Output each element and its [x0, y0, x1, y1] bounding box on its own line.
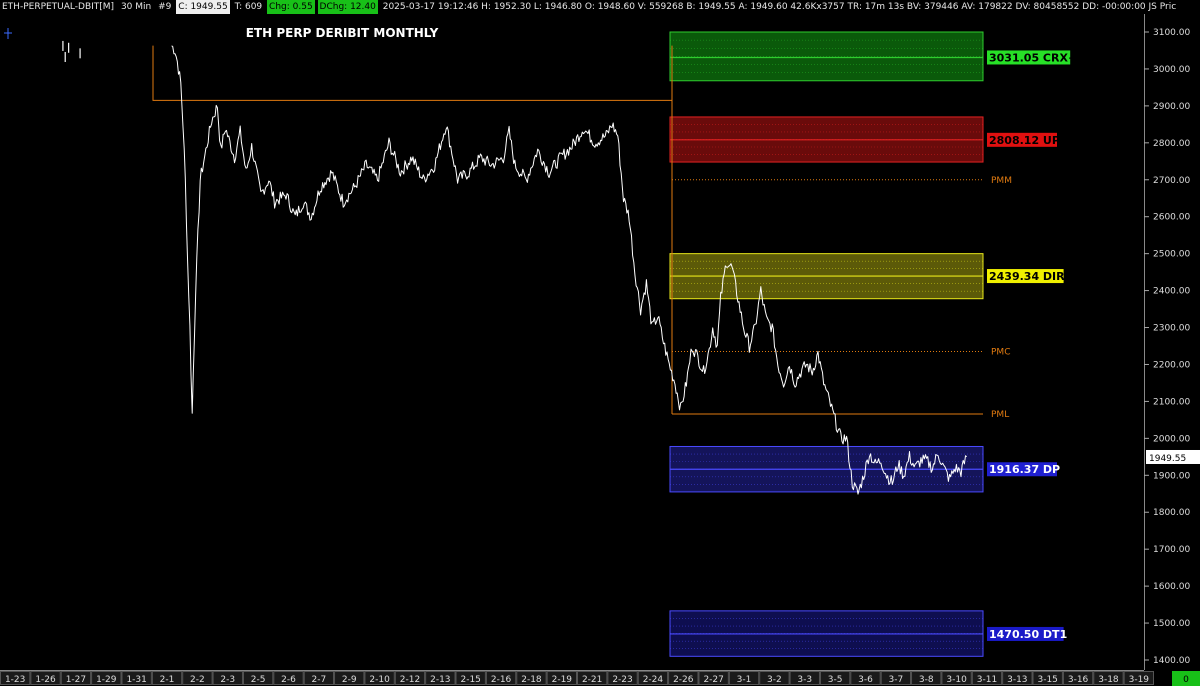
- level-zone-up: [669, 116, 984, 163]
- level-label-up: 2808.12 UP: [987, 132, 1060, 147]
- level-label-dp: 1916.37 DP: [987, 462, 1060, 477]
- prev-month-high-line: [152, 45, 672, 101]
- y-tick-label: 3000.00: [1153, 65, 1190, 75]
- x-tick-label: 2-19: [552, 675, 573, 685]
- chart-title: ETH PERP DERIBIT MONTHLY: [246, 26, 439, 40]
- x-tick-label: 3-3: [797, 675, 812, 685]
- x-tick-label: 1-26: [35, 675, 56, 685]
- x-tick-label: 2-6: [281, 675, 296, 685]
- x-tick-label: 2-21: [582, 675, 602, 685]
- x-tick-label: 2-7: [312, 675, 327, 685]
- y-tick-label: 1500.00: [1153, 619, 1190, 629]
- level-zone-dt1: [669, 610, 984, 657]
- y-tick-label: 2100.00: [1153, 397, 1190, 407]
- x-tick-label: 2-26: [673, 675, 694, 685]
- x-tick-label: 3-5: [828, 675, 843, 685]
- last-price-label: 1949.55: [1149, 454, 1186, 464]
- corner-value: 0: [1183, 675, 1189, 685]
- x-tick-label: 3-1: [737, 675, 752, 685]
- y-tick-label: 2600.00: [1153, 213, 1190, 223]
- y-tick-label: 2200.00: [1153, 360, 1190, 370]
- level-label-dt1: 1470.50 DT1: [987, 626, 1067, 641]
- y-tick-label: 2900.00: [1153, 102, 1190, 112]
- x-tick-label: 3-11: [977, 675, 997, 685]
- x-tick-label: 3-13: [1007, 675, 1027, 685]
- x-tick-label: 3-15: [1037, 675, 1057, 685]
- x-tick-label: 2-3: [220, 675, 235, 685]
- x-tick-label: 3-10: [946, 675, 967, 685]
- x-tick-label: 2-15: [460, 675, 480, 685]
- x-tick-label: 3-8: [919, 675, 934, 685]
- level-label-text: 1916.37 DP: [989, 463, 1060, 476]
- x-tick-label: 3-6: [858, 675, 873, 685]
- x-tick-label: 1-23: [5, 675, 25, 685]
- ref-label-pmm: PMM: [991, 176, 1012, 186]
- y-tick-label: 2000.00: [1153, 434, 1190, 444]
- x-tick-label: 3-7: [889, 675, 904, 685]
- level-label-text: 3031.05 CRX+: [989, 51, 1077, 64]
- x-tick-label: 3-19: [1129, 675, 1150, 685]
- x-tick-label: 1-31: [126, 675, 146, 685]
- x-tick-label: 2-13: [430, 675, 450, 685]
- y-tick-label: 1700.00: [1153, 545, 1190, 555]
- level-zone-dp: [669, 445, 984, 493]
- x-tick-label: 1-27: [66, 675, 86, 685]
- y-tick-label: 2700.00: [1153, 176, 1190, 186]
- x-tick-label: 2-16: [491, 675, 512, 685]
- x-tick-label: 2-10: [369, 675, 390, 685]
- level-label-dir: 2439.34 DIR: [987, 269, 1065, 284]
- x-tick-label: 2-27: [703, 675, 723, 685]
- level-zone-crx: [669, 31, 984, 82]
- x-tick-label: 2-23: [612, 675, 632, 685]
- y-tick-label: 3100.00: [1153, 28, 1190, 38]
- x-tick-label: 2-24: [643, 675, 664, 685]
- x-tick-label: 2-5: [251, 675, 266, 685]
- y-tick-label: 1800.00: [1153, 508, 1190, 518]
- level-label-crx: 3031.05 CRX+: [987, 50, 1077, 65]
- y-tick-label: 2300.00: [1153, 324, 1190, 334]
- y-tick-label: 1900.00: [1153, 471, 1190, 481]
- level-label-text: 2439.34 DIR: [989, 270, 1065, 283]
- reference-levels: PMM PMC PML: [152, 45, 1012, 420]
- axes: 1400.00 1500.00 1600.00 1700.00 1800.00 1900.…: [0, 14, 1200, 686]
- y-tick-label: 2800.00: [1153, 139, 1190, 149]
- ref-label-pml: PML: [991, 410, 1009, 420]
- level-label-text: 1470.50 DT1: [989, 628, 1067, 641]
- x-tick-label: 2-2: [190, 675, 205, 685]
- x-tick-label: 2-12: [400, 675, 420, 685]
- y-tick-label: 1400.00: [1153, 656, 1190, 666]
- price-chart[interactable]: PMM PMC PML 1400.00 1500.00 1600.00 1700.00 18…: [0, 0, 1200, 686]
- x-tick-label: 2-18: [521, 675, 542, 685]
- x-tick-label: 3-16: [1068, 675, 1089, 685]
- level-label-text: 2808.12 UP: [989, 134, 1060, 147]
- x-tick-label: 1-29: [96, 675, 117, 685]
- y-tick-label: 1600.00: [1153, 582, 1190, 592]
- x-tick-label: 2-9: [342, 675, 357, 685]
- ref-label-pmc: PMC: [991, 348, 1010, 358]
- x-tick-label: 2-1: [160, 675, 175, 685]
- level-zone-dir: [669, 253, 984, 300]
- y-tick-label: 2500.00: [1153, 250, 1190, 260]
- x-tick-label: 3-18: [1098, 675, 1119, 685]
- y-tick-label: 2400.00: [1153, 287, 1190, 297]
- x-tick-label: 3-2: [767, 675, 782, 685]
